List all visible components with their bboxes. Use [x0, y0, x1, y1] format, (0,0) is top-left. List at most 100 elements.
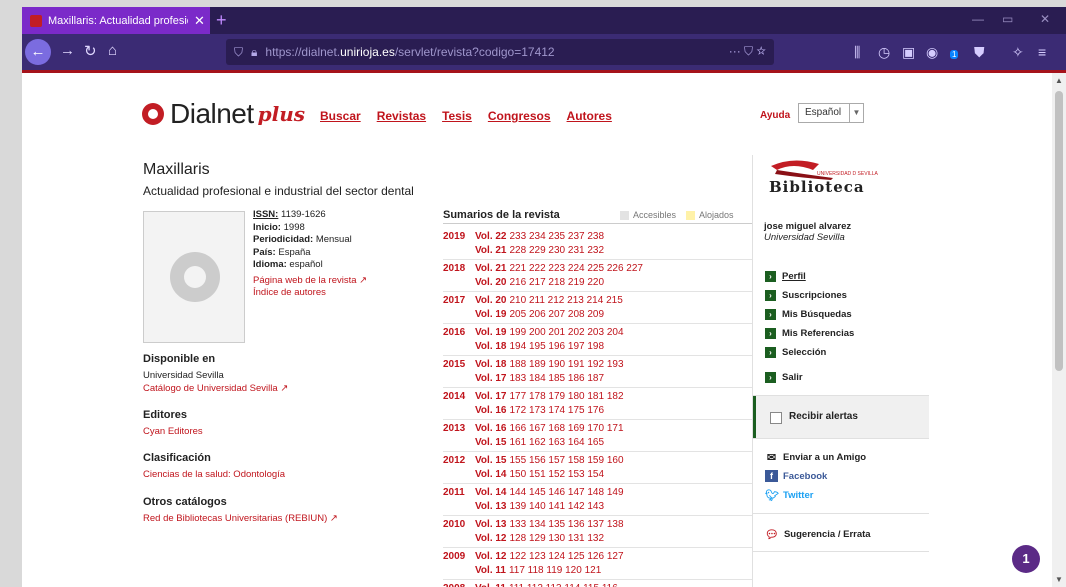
volume-label[interactable]: Vol. 15 — [475, 437, 507, 448]
issue-numbers[interactable]: 210 211 212 213 214 215 — [510, 295, 623, 306]
menu-salir[interactable]: › Salir — [765, 371, 854, 383]
issue-numbers[interactable]: 194 195 196 197 198 — [510, 341, 605, 352]
scrollbar[interactable]: ▲ ▼ — [1052, 73, 1066, 587]
volume-line[interactable]: Vol. 22 233 234 235 237 238 — [475, 231, 604, 242]
volume-label[interactable]: Vol. 20 — [475, 277, 507, 288]
volume-label[interactable]: Vol. 16 — [475, 405, 507, 416]
volume-label[interactable]: Vol. 12 — [475, 533, 507, 544]
volume-label[interactable]: Vol. 21 — [475, 263, 507, 274]
rebiun-link[interactable]: Red de Bibliotecas Universitarias (REBIU… — [143, 513, 338, 524]
extension-badge-icon[interactable]: 1 — [950, 44, 959, 60]
issue-numbers[interactable]: 221 222 223 224 225 226 227 — [510, 263, 643, 274]
issue-numbers[interactable]: 216 217 218 219 220 — [510, 277, 605, 288]
issue-numbers[interactable]: 177 178 179 180 181 182 — [510, 391, 624, 402]
volume-label[interactable]: Vol. 18 — [475, 341, 507, 352]
volume-label[interactable]: Vol. 18 — [475, 359, 507, 370]
volume-line[interactable]: Vol. 18 194 195 196 197 198 — [475, 341, 604, 352]
tab-active[interactable]: Maxillaris: Actualidad profesional ✕ — [22, 7, 210, 34]
account-icon[interactable]: ◉ — [926, 44, 938, 61]
alerts-checkbox[interactable] — [770, 412, 782, 424]
volume-line[interactable]: Vol. 20 216 217 218 219 220 — [475, 277, 604, 288]
scroll-down-icon[interactable]: ▼ — [1055, 575, 1063, 584]
menu-suscripciones[interactable]: › Suscripciones — [765, 289, 854, 301]
volume-line[interactable]: Vol. 12 128 129 130 131 132 — [475, 533, 604, 544]
forward-icon[interactable]: → — [60, 42, 75, 59]
reload-icon[interactable]: ↻ — [84, 42, 97, 60]
send-friend-link[interactable]: ✉ Enviar a un Amigo — [765, 451, 866, 464]
clasif-link[interactable]: Ciencias de la salud: Odontología — [143, 469, 285, 480]
volume-line[interactable]: Vol. 11 117 118 119 120 121 — [475, 565, 601, 576]
library-icon[interactable]: ⫼ — [854, 44, 860, 61]
menu-busquedas[interactable]: › Mis Búsquedas — [765, 308, 854, 320]
volume-line[interactable]: Vol. 16 172 173 174 175 176 — [475, 405, 604, 416]
authors-index-link[interactable]: Índice de autores — [253, 287, 367, 300]
editor-link[interactable]: Cyan Editores — [143, 426, 203, 437]
nav-congresos[interactable]: Congresos — [488, 109, 551, 123]
volume-label[interactable]: Vol. 22 — [475, 231, 507, 242]
volume-line[interactable]: Vol. 14 144 145 146 147 148 149 — [475, 487, 624, 498]
language-select[interactable]: Español ▼ — [798, 103, 864, 123]
journal-web-link[interactable]: Página web de la revista ↗ — [253, 275, 367, 288]
volume-line[interactable]: Vol. 13 133 134 135 136 137 138 — [475, 519, 624, 530]
close-tab-icon[interactable]: ✕ — [194, 13, 205, 29]
volume-line[interactable]: Vol. 17 183 184 185 186 187 — [475, 373, 604, 384]
volume-label[interactable]: Vol. 19 — [475, 309, 507, 320]
facebook-link[interactable]: f Facebook — [765, 470, 866, 482]
volume-line[interactable]: Vol. 20 210 211 212 213 214 215 — [475, 295, 623, 306]
volume-label[interactable]: Vol. 15 — [475, 455, 507, 466]
volume-line[interactable]: Vol. 21 228 229 230 231 232 — [475, 245, 604, 256]
site-logo[interactable]: Dialnet plus — [142, 98, 305, 130]
suggestion-link[interactable]: 💬︎ Sugerencia / Errata — [765, 528, 871, 541]
issue-numbers[interactable]: 155 156 157 158 159 160 — [510, 455, 624, 466]
volume-label[interactable]: Vol. 11 — [475, 583, 506, 587]
volume-label[interactable]: Vol. 11 — [475, 565, 506, 576]
minimize-icon[interactable]: — — [972, 12, 984, 26]
back-button[interactable]: ← — [25, 39, 51, 65]
issue-numbers[interactable]: 183 184 185 186 187 — [510, 373, 605, 384]
new-tab-button[interactable]: + — [216, 10, 227, 31]
volume-line[interactable]: Vol. 18 188 189 190 191 192 193 — [475, 359, 624, 370]
scrollbar-thumb[interactable] — [1055, 91, 1063, 371]
volume-line[interactable]: Vol. 15 155 156 157 158 159 160 — [475, 455, 624, 466]
volume-label[interactable]: Vol. 19 — [475, 327, 507, 338]
notification-badge[interactable]: 1 — [1012, 545, 1040, 573]
issue-numbers[interactable]: 133 134 135 136 137 138 — [510, 519, 624, 530]
home-icon[interactable]: ⌂ — [108, 42, 117, 59]
volume-label[interactable]: Vol. 12 — [475, 551, 507, 562]
gift-icon[interactable]: ✧ — [1012, 44, 1024, 61]
issue-numbers[interactable]: 144 145 146 147 148 149 — [510, 487, 624, 498]
issue-numbers[interactable]: 205 206 207 208 209 — [510, 309, 605, 320]
menu-referencias[interactable]: › Mis Referencias — [765, 327, 854, 339]
issue-numbers[interactable]: 161 162 163 164 165 — [510, 437, 605, 448]
volume-label[interactable]: Vol. 14 — [475, 469, 507, 480]
scroll-up-icon[interactable]: ▲ — [1055, 76, 1063, 85]
volume-label[interactable]: Vol. 16 — [475, 423, 507, 434]
catalog-link[interactable]: Catálogo de Universidad Sevilla ↗ — [143, 383, 288, 394]
volume-label[interactable]: Vol. 21 — [475, 245, 507, 256]
sync-icon[interactable]: ◷ — [878, 44, 890, 61]
volume-label[interactable]: Vol. 13 — [475, 501, 507, 512]
close-window-icon[interactable]: ✕ — [1040, 12, 1050, 26]
volume-line[interactable]: Vol. 13 139 140 141 142 143 — [475, 501, 604, 512]
menu-perfil[interactable]: › Perfil — [765, 270, 854, 282]
issue-numbers[interactable]: 111 112 113 114 115 116 — [509, 583, 618, 587]
volume-line[interactable]: Vol. 21 221 222 223 224 225 226 227 — [475, 263, 643, 274]
volume-line[interactable]: Vol. 19 199 200 201 202 203 204 — [475, 327, 624, 338]
issue-numbers[interactable]: 166 167 168 169 170 171 — [510, 423, 624, 434]
nav-autores[interactable]: Autores — [567, 109, 612, 123]
pocket-icon[interactable]: ⛊ — [974, 44, 985, 61]
menu-seleccion[interactable]: › Selección — [765, 346, 854, 358]
issue-numbers[interactable]: 228 229 230 231 232 — [510, 245, 605, 256]
url-bar[interactable]: ⛉ 🔒︎ https://dialnet.unirioja.es/servlet… — [226, 39, 774, 65]
issue-numbers[interactable]: 139 140 141 142 143 — [510, 501, 605, 512]
issue-numbers[interactable]: 199 200 201 202 203 204 — [510, 327, 624, 338]
volume-label[interactable]: Vol. 17 — [475, 373, 507, 384]
help-link[interactable]: Ayuda — [760, 110, 790, 121]
volume-line[interactable]: Vol. 19 205 206 207 208 209 — [475, 309, 604, 320]
issue-numbers[interactable]: 117 118 119 120 121 — [509, 565, 601, 576]
issue-numbers[interactable]: 128 129 130 131 132 — [510, 533, 605, 544]
twitter-link[interactable]: 🐦︎ Twitter — [765, 489, 866, 502]
nav-tesis[interactable]: Tesis — [442, 109, 472, 123]
volume-line[interactable]: Vol. 14 150 151 152 153 154 — [475, 469, 604, 480]
volume-line[interactable]: Vol. 17 177 178 179 180 181 182 — [475, 391, 624, 402]
